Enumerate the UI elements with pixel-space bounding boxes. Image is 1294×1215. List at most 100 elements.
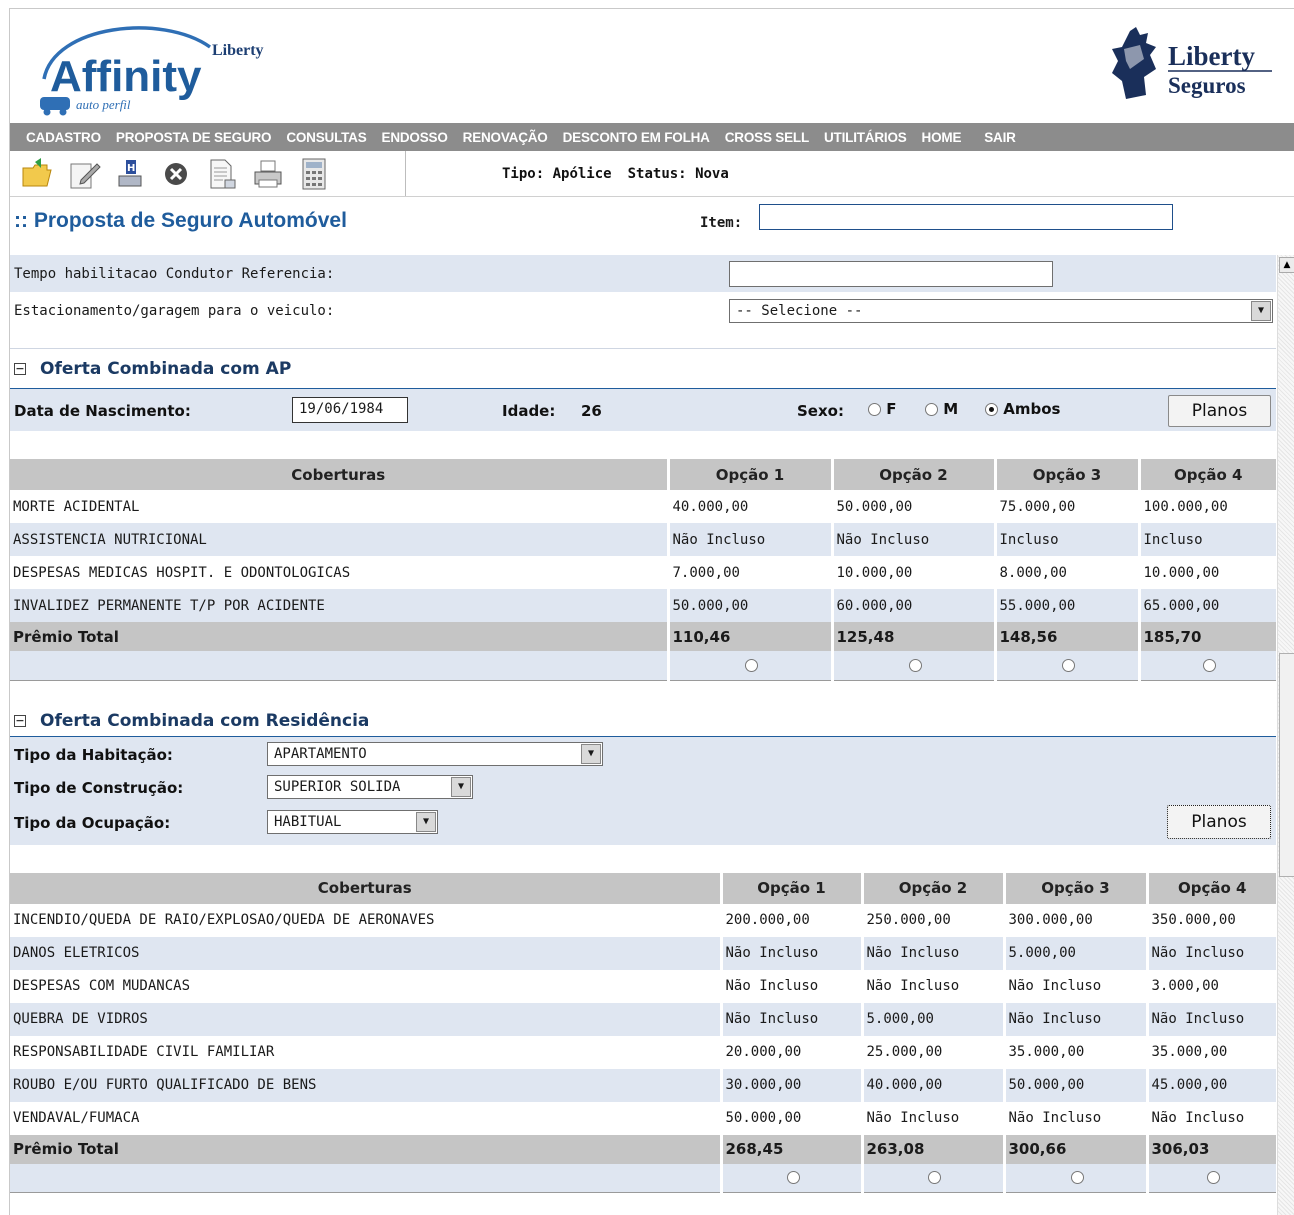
option-1-radio[interactable] (745, 658, 758, 672)
residencia-section-header[interactable]: − Oferta Combinada com Residência (10, 709, 1276, 737)
construcao-select[interactable]: SUPERIOR SOLIDA ▼ (267, 774, 473, 799)
menu-item-desconto-em-folha[interactable]: DESCONTO EM FOLHA (563, 130, 710, 145)
option-2-cell (862, 1163, 1006, 1193)
menu-item-consultas[interactable]: CONSULTAS (286, 130, 366, 145)
tempo-habilitacao-input[interactable] (729, 260, 1053, 287)
option-2-radio[interactable] (908, 658, 922, 672)
edit-icon[interactable] (66, 156, 102, 192)
idade-label: Idade: (502, 402, 556, 420)
table-cell: DESPESAS MEDICAS HOSPIT. E ODONTOLOGICAS (10, 556, 670, 589)
ocupacao-select[interactable]: HABITUAL ▼ (267, 809, 438, 834)
ap-section-title: Oferta Combinada com AP (40, 358, 292, 379)
estacionamento-value: -- Selecione -- (736, 302, 863, 319)
scrollbar-thumb[interactable] (1279, 653, 1294, 877)
table-cell: Não Incluso (721, 1002, 864, 1036)
option-4-cell (1147, 1163, 1276, 1193)
svg-text:Seguros: Seguros (1168, 73, 1246, 98)
construcao-value: SUPERIOR SOLIDA (274, 778, 401, 795)
table-cell: ROUBO E/OU FURTO QUALIFICADO DE BENS (10, 1068, 723, 1102)
option-3-radio[interactable] (1062, 658, 1075, 672)
calculator-icon[interactable] (296, 156, 332, 192)
option-select-row (10, 1163, 1276, 1193)
ap-section-header[interactable]: − Oferta Combinada com AP (10, 349, 1276, 389)
collapse-icon[interactable]: − (14, 715, 26, 727)
cancel-icon[interactable] (158, 156, 194, 192)
table-row: INVALIDEZ PERMANENTE T/P POR ACIDENTE 50… (10, 589, 1276, 622)
chevron-down-icon[interactable]: ▼ (1251, 300, 1271, 321)
menu-item-endosso[interactable]: ENDOSSO (382, 130, 448, 145)
liberty-seguros-logo: Liberty Seguros (1112, 27, 1272, 99)
open-folder-icon[interactable] (20, 156, 56, 192)
planos-button-ap[interactable]: Planos (1168, 395, 1271, 427)
menu-item-cross-sell[interactable]: CROSS SELL (725, 130, 809, 145)
radio-m[interactable] (925, 403, 938, 416)
habitacao-select[interactable]: APARTAMENTO ▼ (267, 741, 603, 766)
residencia-section-title: Oferta Combinada com Residência (40, 711, 370, 731)
table-cell: 10.000,00 (832, 556, 997, 589)
table-cell: Não Incluso (1004, 1101, 1149, 1135)
menu-item-renovacao[interactable]: RENOVAÇÃO (463, 130, 548, 145)
table-cell: 50.000,00 (721, 1101, 864, 1135)
sexo-option-m[interactable]: M (925, 400, 958, 418)
option-2-radio[interactable] (928, 1171, 941, 1185)
option-3-radio[interactable] (1070, 1171, 1084, 1185)
table-cell: 35.000,00 (1151, 1044, 1228, 1060)
sexo-option-f[interactable]: F (868, 400, 896, 418)
option-4-radio[interactable] (1203, 658, 1217, 672)
table-cell: Incluso (1139, 523, 1276, 556)
column-header: Coberturas (10, 872, 723, 904)
sexo-ambos-label: Ambos (1003, 400, 1061, 418)
table-cell: 50.000,00 (668, 589, 834, 622)
vertical-scrollbar[interactable]: ▲ (1277, 255, 1294, 1215)
sexo-option-ambos[interactable]: Ambos (985, 400, 1060, 418)
menu-item-cadastro[interactable]: CADASTRO (26, 130, 101, 145)
table-cell: 75.000,00 (995, 490, 1141, 523)
column-header: Opção 2 (862, 872, 1006, 904)
scroll-up-icon[interactable]: ▲ (1279, 257, 1294, 273)
option-4-radio[interactable] (1207, 1171, 1221, 1185)
status-label: Status: (627, 165, 687, 182)
affinity-logo: Liberty Affinity auto perfil (40, 26, 264, 116)
menu-item-utilitarios[interactable]: UTILITÁRIOS (824, 130, 907, 145)
collapse-icon[interactable]: − (14, 362, 26, 375)
table-cell: INCENDIO/QUEDA DE RAIO/EXPLOSAO/QUEDA DE… (10, 903, 723, 937)
print-icon[interactable] (250, 156, 286, 192)
radio-f[interactable] (868, 403, 881, 416)
column-header: Opção 1 (668, 459, 834, 490)
estacionamento-select[interactable]: -- Selecione -- ▼ (729, 298, 1273, 323)
ap-filter-panel: Data de Nascimento: 19/06/1984 Idade: 26… (10, 389, 1276, 431)
table-row: INCENDIO/QUEDA DE RAIO/EXPLOSAO/QUEDA DE… (10, 903, 1276, 937)
app-window: Liberty Affinity auto perfil Liberty Seg… (9, 8, 1294, 1215)
menu-item-proposta-de-seguro[interactable]: PROPOSTA DE SEGURO (116, 130, 272, 145)
option-1-radio[interactable] (786, 1171, 800, 1185)
chevron-down-icon[interactable]: ▼ (451, 776, 471, 797)
table-cell: MORTE ACIDENTAL (10, 490, 670, 523)
tipo-label: Tipo: (502, 165, 545, 182)
table-cell: DANOS ELETRICOS (10, 936, 723, 970)
empty-cell (10, 651, 670, 681)
column-header: Opção 3 (995, 459, 1141, 490)
menu-item-home[interactable]: HOME (922, 130, 962, 145)
planos-button-residencia[interactable]: Planos (1167, 804, 1271, 839)
radio-ambos[interactable] (985, 403, 998, 416)
menu-item-sair[interactable]: SAIR (984, 130, 1016, 145)
save-icon[interactable]: H (112, 156, 148, 192)
table-cell: 40.000,00 (862, 1068, 1006, 1102)
form-scroll-area: Tempo habilitacao Condutor Referencia: E… (10, 255, 1294, 1215)
column-header: Opção 1 (721, 872, 864, 904)
header: Liberty Affinity auto perfil Liberty Seg… (10, 9, 1294, 123)
chevron-down-icon[interactable]: ▼ (416, 811, 436, 832)
habitacao-value: APARTAMENTO (274, 745, 367, 762)
total-value: 306,03 (1147, 1134, 1276, 1164)
chevron-down-icon[interactable]: ▼ (581, 743, 601, 764)
spacer (10, 329, 1276, 349)
nascimento-input[interactable]: 19/06/1984 (292, 397, 408, 423)
table-cell: 5.000,00 (862, 1002, 1006, 1036)
table-row: QUEBRA DE VIDROS Não Incluso 5.000,00 Nã… (10, 1002, 1276, 1036)
table-row: DANOS ELETRICOS Não Incluso Não Incluso … (10, 936, 1276, 970)
ap-coverage-table: Coberturas Opção 1 Opção 2 Opção 3 Opção… (10, 459, 1276, 681)
item-input[interactable] (759, 204, 1173, 230)
document-icon[interactable] (204, 156, 240, 192)
